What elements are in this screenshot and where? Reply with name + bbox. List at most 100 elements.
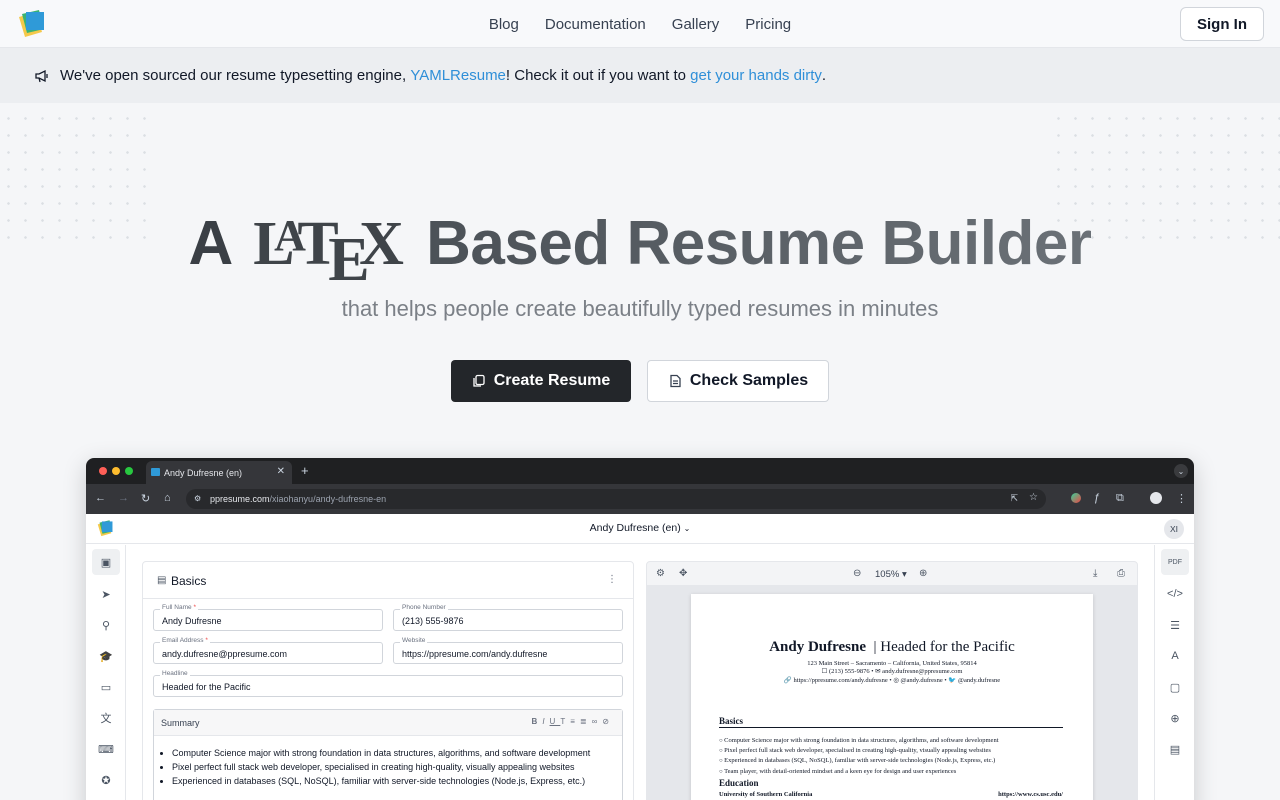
- book-icon: ▤: [1169, 743, 1181, 756]
- resume-title: Andy Dufresne (en): [589, 522, 681, 534]
- summary-item: Computer Science major with strong found…: [172, 746, 622, 760]
- resume-basics-item: Computer Science major with strong found…: [719, 736, 998, 746]
- nav-gallery[interactable]: Gallery: [672, 16, 720, 33]
- summary-item: Pixel perfect full stack web developer, …: [172, 760, 622, 774]
- resume-education-row: University of Southern California https:…: [719, 791, 1063, 798]
- hero-title: A LATEX Based Resume Builder: [0, 208, 1280, 294]
- tab-close-icon: ✕: [276, 466, 285, 477]
- summary-editor[interactable]: Summary BIUT≡≣∞⊘ Computer Science major …: [153, 709, 623, 800]
- nav-documentation[interactable]: Documentation: [545, 16, 646, 33]
- language-icon: 文: [100, 713, 112, 725]
- create-resume-label: Create Resume: [493, 372, 611, 389]
- hands-dirty-link[interactable]: get your hands dirty: [690, 67, 822, 84]
- zoom-level: 105% ▾: [875, 569, 907, 580]
- monitor-icon: ▭: [100, 681, 112, 694]
- zoom-level-value: 105%: [875, 569, 900, 580]
- email-label: Email Address *: [160, 637, 210, 644]
- full-name-label-text: Full Name: [162, 604, 192, 611]
- copy-icon: [473, 374, 485, 387]
- latex-logo: LATEX: [253, 209, 404, 294]
- layout-icon: ☰: [1170, 619, 1180, 632]
- resume-education-heading: Education: [719, 778, 759, 788]
- banner-text-middle: ! Check it out if you want to: [505, 67, 686, 84]
- award-icon: ✪: [101, 774, 111, 787]
- print-icon: ⎙: [1117, 568, 1125, 579]
- full-name-value: Andy Dufresne: [162, 616, 222, 626]
- browser-menu-icon: ⋮: [1176, 493, 1187, 505]
- hero-subtitle: that helps people create beautifully typ…: [341, 296, 939, 321]
- hero-title-rest: Based Resume Builder: [426, 209, 1092, 278]
- summary-label: Summary: [161, 718, 200, 728]
- basics-section-icon: ▣: [92, 549, 120, 575]
- app-header: Andy Dufresne (en) ⌄ XI: [86, 514, 1194, 544]
- preview-toolbar: ⚙ ✥ ⊖ 105% ▾ ⊕ ⤓ ⎙: [647, 562, 1137, 586]
- puzzle-icon: ⧉: [1116, 492, 1124, 504]
- document-icon: [670, 374, 681, 388]
- home-icon: ⌂: [164, 492, 171, 504]
- tab-list-icon: ⌄: [1174, 464, 1188, 478]
- forward-icon: →: [118, 492, 129, 504]
- reload-icon: ↻: [141, 493, 151, 505]
- editor-panel: ▤ Basics ⋮ Full Name * Andy Dufresne Pho…: [142, 561, 634, 800]
- headline-field[interactable]: Headline Headed for the Pacific: [153, 670, 623, 697]
- announcement-banner: We've open sourced our resume typesettin…: [0, 48, 1280, 103]
- id-card-icon: ▤: [157, 575, 167, 586]
- download-icon: ⤓: [1093, 568, 1098, 579]
- school-url: https://www.cs.usc.edu/: [998, 791, 1063, 798]
- clear-format-icon: T: [560, 717, 571, 726]
- email-field[interactable]: Email Address * andy.dufresne@ppresume.c…: [153, 637, 383, 664]
- resume-basics-item: Pixel perfect full stack web developer, …: [719, 746, 999, 756]
- resume-name-text: Andy Dufresne: [769, 639, 867, 655]
- underline-icon: U: [549, 717, 561, 726]
- full-name-label: Full Name *: [160, 604, 198, 611]
- summary-item: Experienced in databases (SQL, NoSQL), f…: [172, 774, 622, 788]
- megaphone-icon: [35, 69, 48, 82]
- phone-number-field[interactable]: Phone Number (213) 555-9876: [393, 604, 623, 631]
- user-search-icon: ⚲: [101, 619, 111, 632]
- resume-basics-list: Computer Science major with strong found…: [719, 736, 999, 777]
- italic-icon: I: [542, 717, 550, 726]
- more-options-icon: ⋮: [607, 574, 617, 585]
- bold-icon: B: [531, 717, 543, 726]
- close-window-dot: [99, 467, 107, 475]
- right-sidebar: PDF </> ☰ A ▢ ⊕ ▤: [1154, 545, 1194, 800]
- left-sidebar: ▣ ➤ ⚲ 🎓 ▭ 文 ⌨ ✪: [86, 545, 126, 800]
- create-resume-button[interactable]: Create Resume: [451, 360, 631, 402]
- settings-icon: ⚙: [656, 568, 665, 579]
- resume-address: 123 Main Street – Sacramento – Californi…: [807, 660, 977, 667]
- user-avatar: XI: [1164, 519, 1184, 539]
- resume-basics-item: Experienced in databases (SQL, NoSQL), f…: [719, 756, 999, 766]
- summary-list: Computer Science major with strong found…: [154, 736, 622, 788]
- email-value: andy.dufresne@ppresume.com: [162, 649, 288, 659]
- new-tab-icon: +: [301, 463, 309, 478]
- minimize-window-dot: [112, 467, 120, 475]
- browser-tab: Andy Dufresne (en) ✕: [146, 461, 292, 484]
- summary-toolbar: Summary BIUT≡≣∞⊘: [154, 710, 622, 736]
- check-samples-button[interactable]: Check Samples: [647, 360, 829, 402]
- sign-in-button[interactable]: Sign In: [1180, 7, 1264, 41]
- link-icon: ∞: [591, 717, 603, 726]
- email-label-text: Email Address: [162, 637, 204, 644]
- headline-label: Headline: [160, 670, 190, 677]
- zoom-in-icon: ⊕: [919, 568, 928, 579]
- zoom-out-icon: ⊖: [853, 568, 862, 579]
- move-icon: ✥: [679, 568, 688, 579]
- back-icon: ←: [95, 492, 106, 504]
- margin-icon: ▢: [1169, 681, 1181, 694]
- pdf-icon: PDF: [1161, 549, 1189, 575]
- format-tools: BIUT≡≣∞⊘: [532, 717, 614, 726]
- phone-number-label: Phone Number: [400, 604, 448, 611]
- banner-text-before: We've open sourced our resume typesettin…: [60, 67, 407, 84]
- website-value: https://ppresume.com/andy.dufresne: [402, 649, 548, 659]
- yamlresume-link[interactable]: YAMLResume: [410, 67, 506, 84]
- latex-a: A: [274, 211, 306, 260]
- banner-text-after: .: [821, 67, 827, 84]
- website-field[interactable]: Website https://ppresume.com/andy.dufres…: [393, 637, 623, 664]
- bullet-list-icon: ≡: [570, 717, 580, 726]
- nav-pricing[interactable]: Pricing: [745, 16, 791, 33]
- pdf-preview-panel: ⚙ ✥ ⊖ 105% ▾ ⊕ ⤓ ⎙ Andy Dufresne | Heade…: [646, 561, 1138, 800]
- full-name-field[interactable]: Full Name * Andy Dufresne: [153, 604, 383, 631]
- nav-blog[interactable]: Blog: [489, 16, 519, 33]
- hero-title-prefix: A: [188, 209, 231, 278]
- resume-links: 🔗 https://ppresume.com/andy.dufresne • ◎…: [783, 677, 1001, 684]
